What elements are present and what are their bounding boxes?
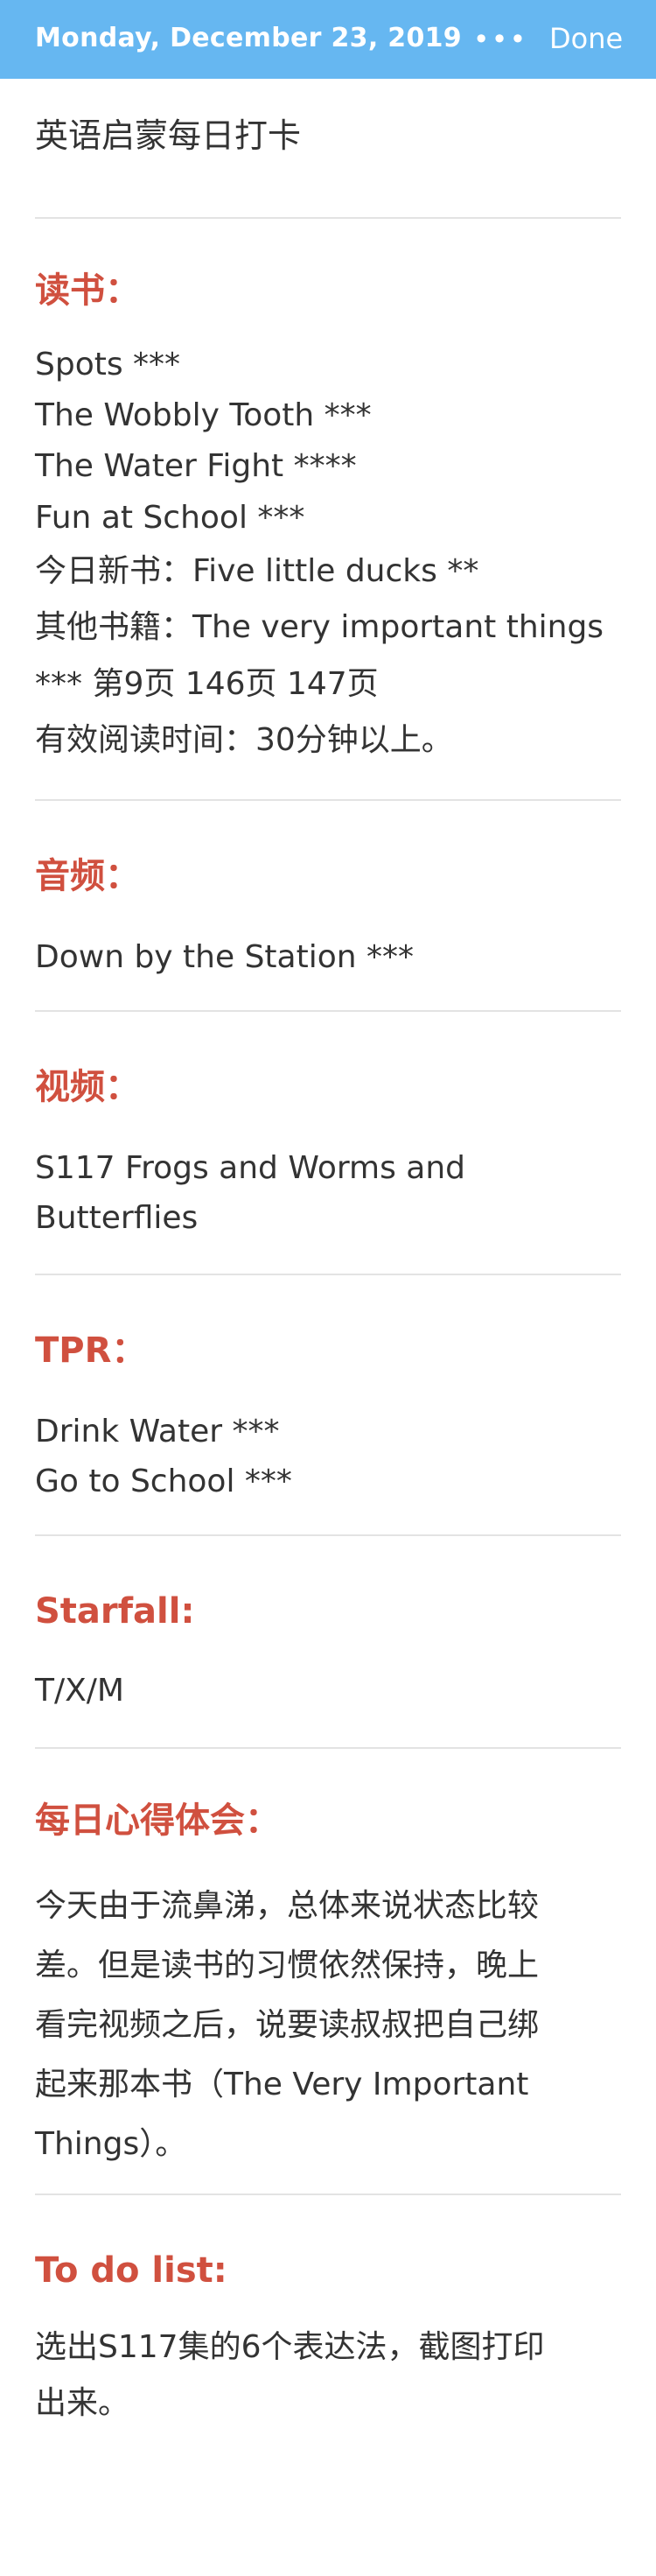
section-heading-video: 视频：: [35, 1067, 140, 1107]
section-heading-reading: 读书：: [35, 270, 140, 311]
text-line: Things）。: [35, 2126, 187, 2162]
section-audio-lines: Down by the Station ***: [0, 932, 656, 982]
text-line: The Wobbly Tooth ***: [35, 397, 372, 433]
divider: [35, 1747, 621, 1749]
section-video-lines: S117 Frogs and Worms and Butterflies: [0, 1143, 656, 1243]
section-heading-todo: To do list:: [35, 2250, 227, 2291]
top-bar: Monday, December 23, 2019 ••• Done: [0, 0, 656, 79]
text-line: 有效阅读时间：30分钟以上。: [35, 722, 453, 758]
text-line: 今天由于流鼻涕，总体来说状态比较: [35, 1888, 540, 1924]
text-line: 起来那本书（The Very Important: [35, 2067, 529, 2102]
text-line: 看完视频之后，说要读叔叔把自己绑: [35, 2007, 540, 2043]
done-button[interactable]: Done: [549, 21, 623, 56]
divider: [35, 799, 621, 801]
more-options-icon[interactable]: •••: [472, 14, 528, 65]
section-heading-tpr: TPR：: [35, 1330, 147, 1371]
text-line: Fun at School ***: [35, 500, 305, 536]
text-line: *** 第9页 146页 147页: [35, 666, 379, 702]
text-line: 选出S117集的6个表达法，截图打印: [35, 2329, 545, 2365]
text-line: 差。但是读书的习惯依然保持，晚上: [35, 1948, 540, 1983]
section-tpr-lines: Drink Water *** Go to School ***: [0, 1407, 656, 1506]
note-title: 英语启蒙每日打卡: [35, 116, 302, 155]
note-body[interactable]: 英语启蒙每日打卡 读书： Spots *** The Wobbly Tooth …: [0, 79, 656, 2432]
divider: [35, 1010, 621, 1012]
divider: [35, 2193, 621, 2195]
section-heading-audio: 音频：: [35, 856, 140, 896]
text-line: S117 Frogs and Worms and: [35, 1150, 466, 1186]
divider: [35, 1274, 621, 1275]
text-line: Butterflies: [35, 1200, 199, 1236]
text-line: Down by the Station ***: [35, 939, 415, 975]
text-line: The Water Fight ****: [35, 448, 357, 484]
text-line: Drink Water ***: [35, 1414, 280, 1449]
text-line: Go to School ***: [35, 1463, 292, 1499]
section-heading-starfall: Starfall:: [35, 1591, 195, 1632]
text-line: 今日新书：Five little ducks **: [35, 553, 479, 589]
section-reading-lines: Spots *** The Wobbly Tooth *** The Water…: [0, 340, 656, 768]
text-line: 其他书籍：The very important things: [35, 609, 604, 645]
section-starfall-lines: T/X/M: [0, 1666, 656, 1716]
divider: [35, 217, 621, 219]
text-line: T/X/M: [35, 1673, 124, 1709]
text-line: 出来。: [35, 2385, 130, 2421]
section-todo-lines: 选出S117集的6个表达法，截图打印 出来。: [0, 2320, 656, 2432]
text-line: Spots ***: [35, 347, 181, 383]
section-heading-reflection: 每日心得体会：: [35, 1800, 280, 1841]
note-date: Monday, December 23, 2019: [35, 23, 462, 53]
divider: [35, 1534, 621, 1536]
section-reflection-lines: 今天由于流鼻涕，总体来说状态比较 差。但是读书的习惯依然保持，晚上 看完视频之后…: [0, 1877, 656, 2174]
